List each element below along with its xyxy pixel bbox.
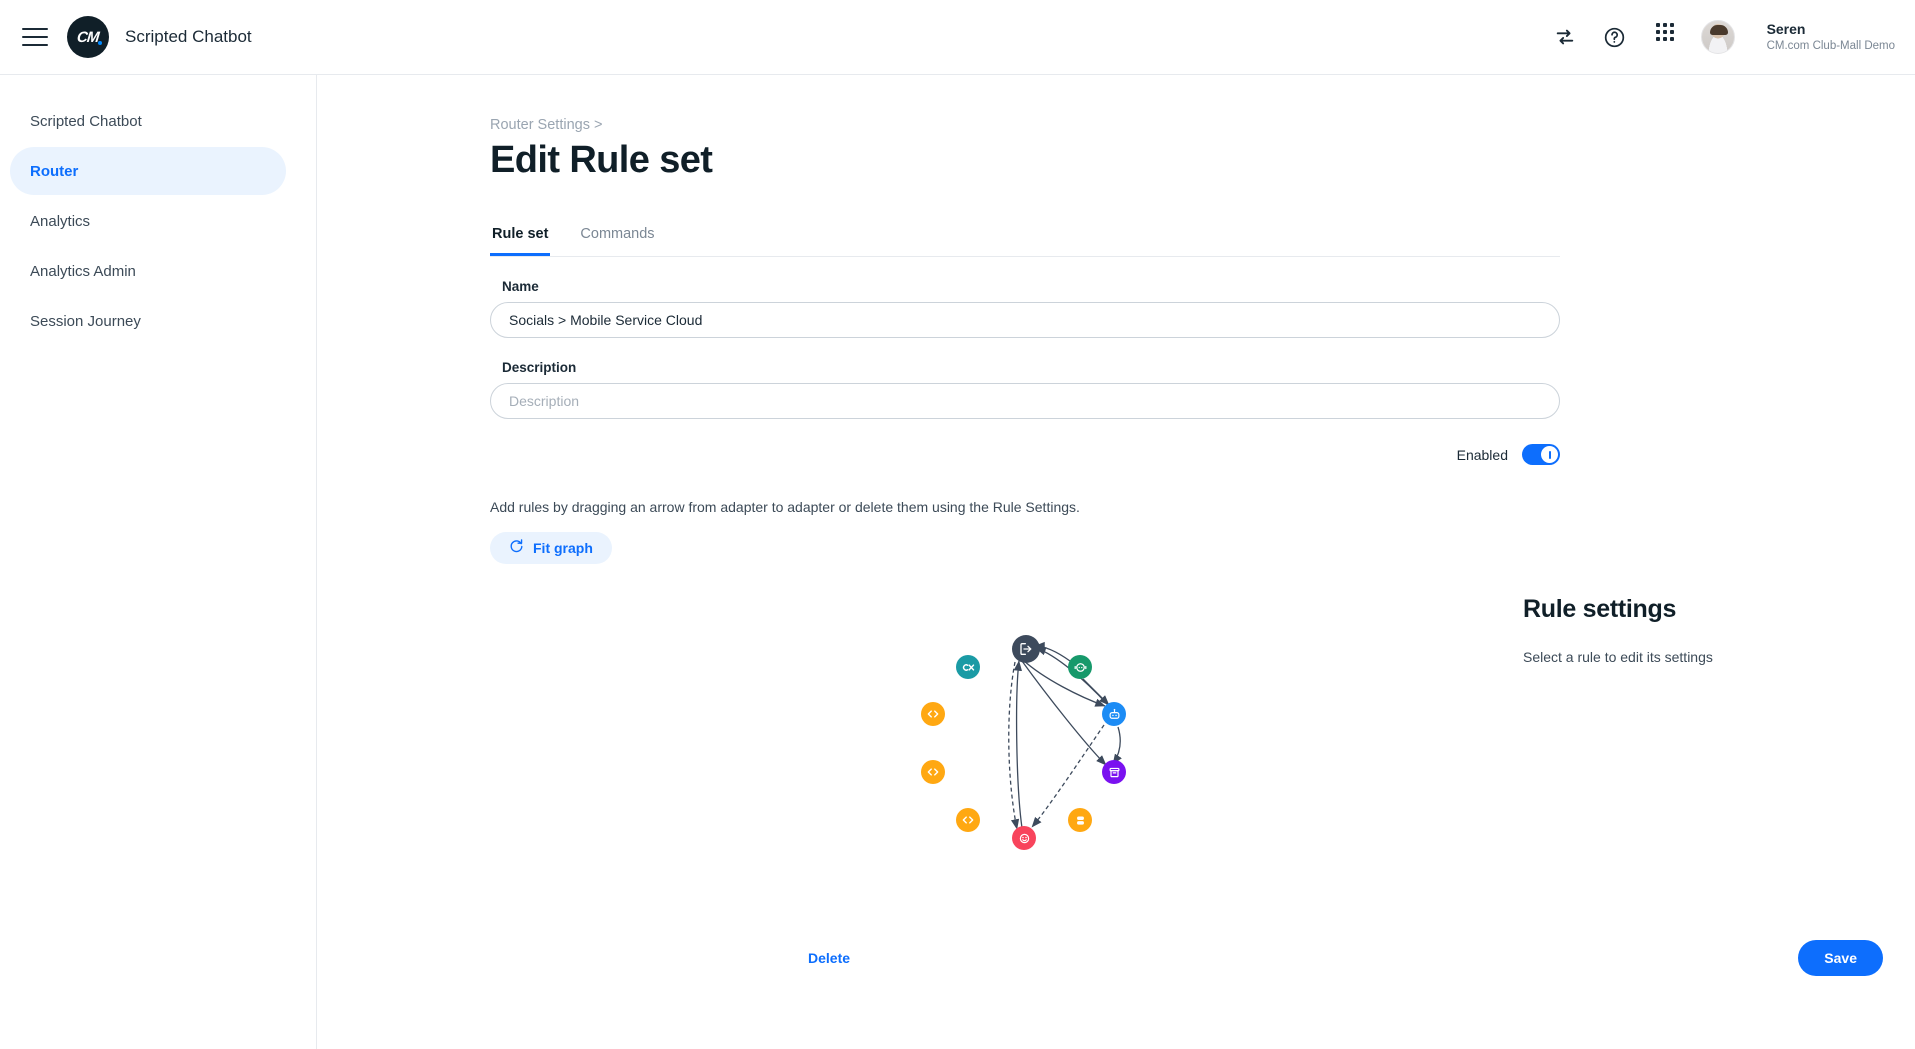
rule-settings-subtitle: Select a rule to edit its settings bbox=[1523, 649, 1713, 665]
fit-graph-button[interactable]: Fit graph bbox=[490, 532, 612, 564]
name-label: Name bbox=[502, 279, 539, 294]
sidebar-item-analytics-admin[interactable]: Analytics Admin bbox=[10, 247, 286, 295]
apps-grid-icon[interactable] bbox=[1651, 23, 1679, 51]
face-circle-icon bbox=[1073, 660, 1088, 675]
sign-in-icon bbox=[1018, 641, 1034, 657]
enabled-row: Enabled bbox=[490, 444, 1560, 465]
main-content: Router Settings > Edit Rule set Rule set… bbox=[318, 75, 1915, 1049]
sidebar-item-label: Analytics Admin bbox=[30, 262, 136, 280]
sidebar: Scripted Chatbot Router Analytics Analyt… bbox=[0, 75, 317, 1049]
tab-label: Commands bbox=[580, 226, 655, 242]
graph-node-bot[interactable] bbox=[1102, 702, 1126, 726]
smiley-face-icon bbox=[1017, 831, 1032, 846]
description-label: Description bbox=[502, 360, 577, 375]
cm-logo[interactable]: CM bbox=[67, 16, 109, 58]
delete-button[interactable]: Delete bbox=[808, 950, 850, 966]
cm-logo-dot bbox=[98, 41, 102, 45]
sidebar-item-label: Session Journey bbox=[30, 312, 141, 330]
top-bar: CM Scripted Chatbot Seren CM.com Club-Ma… bbox=[0, 0, 1915, 75]
graph-hint: Add rules by dragging an arrow from adap… bbox=[490, 499, 1080, 515]
hamburger-icon[interactable] bbox=[22, 28, 48, 46]
code-brackets-icon bbox=[961, 813, 975, 827]
cx-logo-icon bbox=[961, 660, 976, 675]
sidebar-item-label: Scripted Chatbot bbox=[30, 112, 142, 130]
rule-settings-title: Rule settings bbox=[1523, 595, 1677, 623]
sidebar-item-label: Router bbox=[30, 162, 79, 180]
fit-graph-label: Fit graph bbox=[533, 540, 593, 556]
topbar-actions: Seren CM.com Club-Mall Demo bbox=[1551, 20, 1895, 54]
tab-rule-set[interactable]: Rule set bbox=[490, 226, 551, 256]
graph-node-handover[interactable] bbox=[1012, 635, 1040, 663]
graph-node-socials[interactable] bbox=[956, 655, 980, 679]
sidebar-item-scripted-chatbot[interactable]: Scripted Chatbot bbox=[10, 97, 286, 145]
refresh-icon bbox=[509, 539, 524, 557]
sidebar-item-session-journey[interactable]: Session Journey bbox=[10, 297, 286, 345]
name-input[interactable] bbox=[490, 302, 1560, 338]
cm-logo-text: CM bbox=[76, 28, 100, 46]
help-circle-icon[interactable] bbox=[1601, 23, 1629, 51]
code-brackets-icon bbox=[926, 765, 940, 779]
enabled-toggle[interactable] bbox=[1522, 444, 1560, 465]
swap-arrows-icon[interactable] bbox=[1551, 23, 1579, 51]
tab-bar: Rule set Commands bbox=[490, 226, 1560, 257]
graph-node-customer[interactable] bbox=[1012, 826, 1036, 850]
footer-actions: Delete Save bbox=[808, 940, 1883, 976]
user-info[interactable]: Seren CM.com Club-Mall Demo bbox=[1767, 21, 1895, 53]
page-title: Edit Rule set bbox=[490, 139, 713, 181]
code-brackets-icon bbox=[926, 707, 940, 721]
breadcrumb[interactable]: Router Settings > bbox=[490, 117, 1915, 133]
save-button[interactable]: Save bbox=[1798, 940, 1883, 976]
graph-node-server[interactable] bbox=[1068, 808, 1092, 832]
enabled-label: Enabled bbox=[1456, 446, 1508, 463]
user-org: CM.com Club-Mall Demo bbox=[1766, 39, 1895, 52]
graph-node-code-2[interactable] bbox=[921, 760, 945, 784]
graph-edges bbox=[1008, 641, 1122, 830]
robot-icon bbox=[1107, 707, 1122, 722]
sidebar-item-analytics[interactable]: Analytics bbox=[10, 197, 286, 245]
toggle-knob bbox=[1541, 446, 1558, 463]
archive-box-icon bbox=[1107, 765, 1122, 780]
sidebar-item-label: Analytics bbox=[30, 212, 91, 230]
tab-label: Rule set bbox=[492, 226, 549, 242]
server-stack-icon bbox=[1073, 813, 1088, 828]
description-input[interactable] bbox=[490, 383, 1560, 419]
graph-node-inbox[interactable] bbox=[1102, 760, 1126, 784]
avatar[interactable] bbox=[1700, 20, 1735, 54]
graph-node-whatsapp[interactable] bbox=[1068, 655, 1092, 679]
graph-node-code-1[interactable] bbox=[921, 702, 945, 726]
app-title: Scripted Chatbot bbox=[125, 27, 252, 46]
graph-node-code-3[interactable] bbox=[956, 808, 980, 832]
sidebar-item-router[interactable]: Router bbox=[10, 147, 286, 195]
user-name: Seren bbox=[1766, 21, 1806, 38]
tab-commands[interactable]: Commands bbox=[578, 226, 656, 256]
rule-settings-panel: Rule settings Select a rule to edit its … bbox=[1523, 595, 1883, 665]
adapter-graph[interactable] bbox=[808, 635, 1448, 915]
